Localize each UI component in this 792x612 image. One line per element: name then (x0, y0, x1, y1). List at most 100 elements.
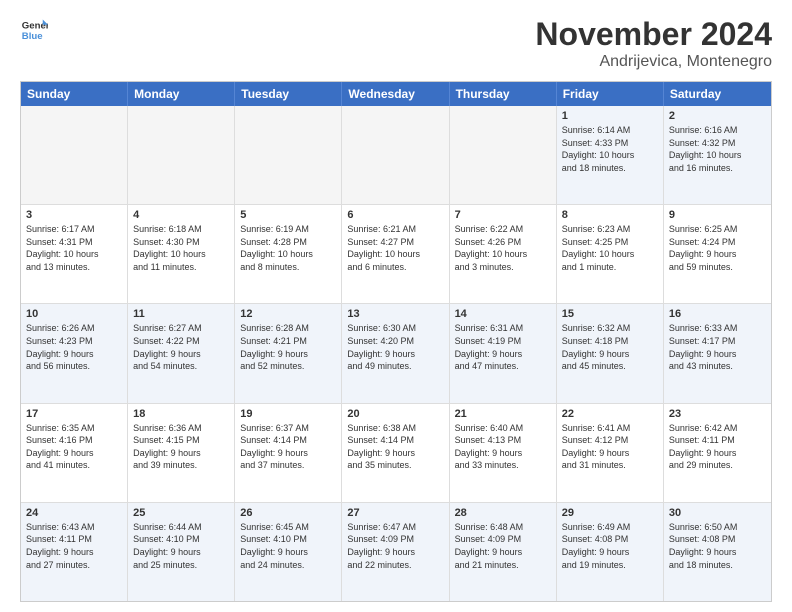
day-number: 27 (347, 507, 443, 519)
calendar-row-1: 3 Sunrise: 6:17 AM Sunset: 4:31 PM Daylig… (21, 204, 771, 303)
day-info: Sunrise: 6:36 AM Sunset: 4:15 PM Dayligh… (133, 422, 229, 472)
calendar-row-4: 24 Sunrise: 6:43 AM Sunset: 4:11 PM Dayli… (21, 502, 771, 601)
month-title: November 2024 (535, 16, 772, 53)
weekday-header-sunday: Sunday (21, 82, 128, 106)
day-cell-26: 26Sunrise: 6:45 AM Sunset: 4:10 PM Dayli… (235, 503, 342, 601)
day-number: 13 (347, 308, 443, 320)
day-cell-15: 15Sunrise: 6:32 AM Sunset: 4:18 PM Dayli… (557, 304, 664, 402)
empty-cell-0-2 (235, 106, 342, 204)
day-info: Sunrise: 6:37 AM Sunset: 4:14 PM Dayligh… (240, 422, 336, 472)
day-info: Sunrise: 6:47 AM Sunset: 4:09 PM Dayligh… (347, 521, 443, 571)
day-info: Sunrise: 6:48 AM Sunset: 4:09 PM Dayligh… (455, 521, 551, 571)
day-info: Sunrise: 6:40 AM Sunset: 4:13 PM Dayligh… (455, 422, 551, 472)
day-cell-2: 2 Sunrise: 6:16 AM Sunset: 4:32 PM Daylig… (664, 106, 771, 204)
day-info: Sunrise: 6:35 AM Sunset: 4:16 PM Dayligh… (26, 422, 122, 472)
day-info: Sunrise: 6:32 AM Sunset: 4:18 PM Dayligh… (562, 322, 658, 372)
day-info: Sunrise: 6:41 AM Sunset: 4:12 PM Dayligh… (562, 422, 658, 472)
day-cell-6: 6 Sunrise: 6:21 AM Sunset: 4:27 PM Daylig… (342, 205, 449, 303)
day-cell-10: 10 Sunrise: 6:26 AM Sunset: 4:23 PM Dayli… (21, 304, 128, 402)
day-cell-27: 27 Sunrise: 6:47 AM Sunset: 4:09 PM Dayli… (342, 503, 449, 601)
weekday-header-thursday: Thursday (450, 82, 557, 106)
day-cell-29: 29 Sunrise: 6:49 AM Sunset: 4:08 PM Dayli… (557, 503, 664, 601)
day-info: Sunrise: 6:49 AM Sunset: 4:08 PM Dayligh… (562, 521, 658, 571)
calendar-row-0: 1Sunrise: 6:14 AM Sunset: 4:33 PM Daylig… (21, 106, 771, 204)
day-cell-18: 18 Sunrise: 6:36 AM Sunset: 4:15 PM Dayli… (128, 404, 235, 502)
weekday-header-tuesday: Tuesday (235, 82, 342, 106)
calendar: SundayMondayTuesdayWednesdayThursdayFrid… (20, 81, 772, 602)
day-number: 6 (347, 209, 443, 221)
day-number: 21 (455, 408, 551, 420)
day-number: 18 (133, 408, 229, 420)
day-number: 26 (240, 507, 336, 519)
header: General Blue November 2024 Andrijevica, … (20, 16, 772, 71)
day-info: Sunrise: 6:42 AM Sunset: 4:11 PM Dayligh… (669, 422, 766, 472)
day-number: 29 (562, 507, 658, 519)
day-info: Sunrise: 6:30 AM Sunset: 4:20 PM Dayligh… (347, 322, 443, 372)
day-number: 22 (562, 408, 658, 420)
day-number: 12 (240, 308, 336, 320)
empty-cell-0-3 (342, 106, 449, 204)
day-info: Sunrise: 6:17 AM Sunset: 4:31 PM Dayligh… (26, 223, 122, 273)
empty-cell-0-1 (128, 106, 235, 204)
day-info: Sunrise: 6:19 AM Sunset: 4:28 PM Dayligh… (240, 223, 336, 273)
day-cell-24: 24 Sunrise: 6:43 AM Sunset: 4:11 PM Dayli… (21, 503, 128, 601)
day-cell-4: 4Sunrise: 6:18 AM Sunset: 4:30 PM Daylig… (128, 205, 235, 303)
day-cell-19: 19Sunrise: 6:37 AM Sunset: 4:14 PM Dayli… (235, 404, 342, 502)
day-number: 28 (455, 507, 551, 519)
day-cell-9: 9 Sunrise: 6:25 AM Sunset: 4:24 PM Daylig… (664, 205, 771, 303)
day-number: 25 (133, 507, 229, 519)
weekday-header-friday: Friday (557, 82, 664, 106)
day-number: 10 (26, 308, 122, 320)
svg-text:Blue: Blue (22, 31, 43, 42)
day-cell-20: 20Sunrise: 6:38 AM Sunset: 4:14 PM Dayli… (342, 404, 449, 502)
weekday-header-wednesday: Wednesday (342, 82, 449, 106)
day-info: Sunrise: 6:26 AM Sunset: 4:23 PM Dayligh… (26, 322, 122, 372)
day-cell-8: 8 Sunrise: 6:23 AM Sunset: 4:25 PM Daylig… (557, 205, 664, 303)
location: Andrijevica, Montenegro (535, 53, 772, 71)
day-number: 16 (669, 308, 766, 320)
day-number: 5 (240, 209, 336, 221)
day-cell-28: 28 Sunrise: 6:48 AM Sunset: 4:09 PM Dayli… (450, 503, 557, 601)
day-number: 9 (669, 209, 766, 221)
calendar-body: 1Sunrise: 6:14 AM Sunset: 4:33 PM Daylig… (21, 106, 771, 601)
day-info: Sunrise: 6:44 AM Sunset: 4:10 PM Dayligh… (133, 521, 229, 571)
day-number: 4 (133, 209, 229, 221)
calendar-row-2: 10 Sunrise: 6:26 AM Sunset: 4:23 PM Dayli… (21, 303, 771, 402)
calendar-row-3: 17 Sunrise: 6:35 AM Sunset: 4:16 PM Dayli… (21, 403, 771, 502)
day-cell-16: 16Sunrise: 6:33 AM Sunset: 4:17 PM Dayli… (664, 304, 771, 402)
day-cell-12: 12Sunrise: 6:28 AM Sunset: 4:21 PM Dayli… (235, 304, 342, 402)
day-info: Sunrise: 6:31 AM Sunset: 4:19 PM Dayligh… (455, 322, 551, 372)
day-cell-30: 30 Sunrise: 6:50 AM Sunset: 4:08 PM Dayli… (664, 503, 771, 601)
day-cell-21: 21 Sunrise: 6:40 AM Sunset: 4:13 PM Dayli… (450, 404, 557, 502)
empty-cell-0-0 (21, 106, 128, 204)
day-cell-25: 25 Sunrise: 6:44 AM Sunset: 4:10 PM Dayli… (128, 503, 235, 601)
day-number: 23 (669, 408, 766, 420)
day-number: 1 (562, 110, 658, 122)
day-number: 30 (669, 507, 766, 519)
day-number: 3 (26, 209, 122, 221)
day-info: Sunrise: 6:23 AM Sunset: 4:25 PM Dayligh… (562, 223, 658, 273)
day-cell-1: 1Sunrise: 6:14 AM Sunset: 4:33 PM Daylig… (557, 106, 664, 204)
day-cell-23: 23 Sunrise: 6:42 AM Sunset: 4:11 PM Dayli… (664, 404, 771, 502)
day-number: 17 (26, 408, 122, 420)
day-info: Sunrise: 6:50 AM Sunset: 4:08 PM Dayligh… (669, 521, 766, 571)
day-cell-11: 11Sunrise: 6:27 AM Sunset: 4:22 PM Dayli… (128, 304, 235, 402)
day-info: Sunrise: 6:21 AM Sunset: 4:27 PM Dayligh… (347, 223, 443, 273)
day-info: Sunrise: 6:43 AM Sunset: 4:11 PM Dayligh… (26, 521, 122, 571)
day-info: Sunrise: 6:25 AM Sunset: 4:24 PM Dayligh… (669, 223, 766, 273)
day-info: Sunrise: 6:16 AM Sunset: 4:32 PM Dayligh… (669, 124, 766, 174)
day-cell-17: 17 Sunrise: 6:35 AM Sunset: 4:16 PM Dayli… (21, 404, 128, 502)
day-number: 7 (455, 209, 551, 221)
day-number: 2 (669, 110, 766, 122)
day-info: Sunrise: 6:38 AM Sunset: 4:14 PM Dayligh… (347, 422, 443, 472)
weekday-header-saturday: Saturday (664, 82, 771, 106)
calendar-header: SundayMondayTuesdayWednesdayThursdayFrid… (21, 82, 771, 106)
logo: General Blue (20, 16, 48, 44)
day-number: 8 (562, 209, 658, 221)
weekday-header-monday: Monday (128, 82, 235, 106)
page: General Blue November 2024 Andrijevica, … (0, 0, 792, 612)
day-info: Sunrise: 6:22 AM Sunset: 4:26 PM Dayligh… (455, 223, 551, 273)
day-cell-14: 14Sunrise: 6:31 AM Sunset: 4:19 PM Dayli… (450, 304, 557, 402)
day-number: 24 (26, 507, 122, 519)
day-cell-13: 13 Sunrise: 6:30 AM Sunset: 4:20 PM Dayli… (342, 304, 449, 402)
